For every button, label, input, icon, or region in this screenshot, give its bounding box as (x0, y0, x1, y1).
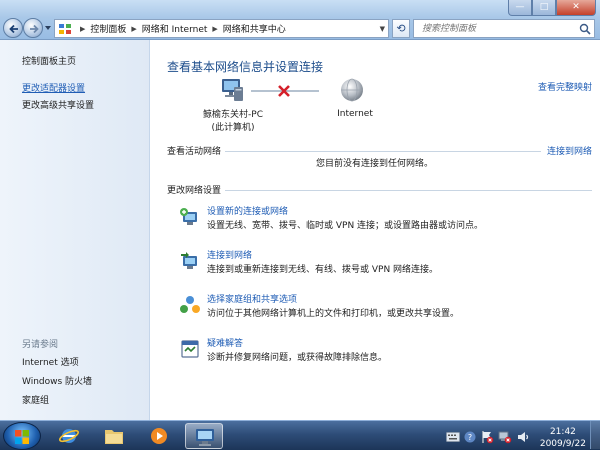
search-box[interactable] (413, 19, 595, 38)
clock-time: 21:42 (549, 427, 576, 437)
task-connect-network: 连接到网络 连接到或重新连接到无线、有线、拨号或 VPN 网络连接。 (179, 248, 599, 282)
troubleshoot-desc: 诊断并修复网络问题，或获得故障排除信息。 (207, 353, 388, 363)
network-map: 鲸榆东关村-PC (此计算机) Internet (191, 73, 431, 137)
divider (225, 190, 592, 191)
internet-explorer-icon (59, 429, 79, 443)
breadcrumb-control-panel[interactable]: 控制面板 (90, 22, 126, 35)
homegroup-sharing-link[interactable]: 选择家庭组和共享选项 (207, 292, 297, 305)
breadcrumb-separator-icon[interactable]: ▶ (212, 25, 217, 33)
connection-broken-line (251, 85, 319, 97)
network-control-panel-icon (196, 429, 214, 446)
computer-label: 鲸榆东关村-PC (此计算机) (191, 109, 275, 135)
computer-name: 鲸榆东关村-PC (203, 110, 263, 120)
task-troubleshoot: 疑难解答 诊断并修复网络问题，或获得故障排除信息。 (179, 336, 599, 370)
view-full-map-link[interactable]: 查看完整映射 (538, 80, 592, 93)
navigation-bar: ▶ 控制面板 ▶ 网络和 Internet ▶ 网络和共享中心 ▼ ⟲ (0, 15, 600, 39)
new-connection-icon (180, 208, 197, 225)
system-tray: ? 21:42 2009/9/22 (440, 423, 600, 449)
keyboard-icon[interactable] (446, 432, 460, 442)
back-button[interactable] (3, 18, 23, 38)
recent-pages-chevron-icon[interactable] (44, 24, 52, 32)
taskbar-explorer[interactable] (95, 423, 133, 449)
sidebar-item-change-adapter-settings[interactable]: 更改适配器设置 (22, 81, 85, 94)
taskbar: ? 21:42 2009/9/22 (0, 420, 600, 450)
task-homegroup-sharing: 选择家庭组和共享选项 访问位于其他网络计算机上的文件和打印机，或更改共享设置。 (179, 292, 599, 326)
breadcrumb-network-internet[interactable]: 网络和 Internet (142, 22, 208, 35)
search-input[interactable] (414, 20, 574, 37)
computer-sublabel: (此计算机) (211, 123, 255, 133)
sidebar-item-windows-firewall[interactable]: Windows 防火墙 (22, 374, 92, 387)
breadcrumb-separator-icon[interactable]: ▶ (80, 25, 85, 33)
minimize-button[interactable]: — (508, 0, 532, 16)
troubleshoot-link[interactable]: 疑难解答 (207, 336, 243, 349)
network-status-icon[interactable] (498, 430, 512, 444)
homegroup-sharing-desc: 访问位于其他网络计算机上的文件和打印机，或更改共享设置。 (207, 309, 460, 319)
see-also-header: 另请参阅 (22, 340, 59, 350)
taskbar-media-player[interactable] (140, 423, 178, 449)
connect-to-network-task-link[interactable]: 连接到网络 (207, 248, 252, 261)
connect-network-icon (181, 252, 197, 269)
setup-new-connection-link[interactable]: 设置新的连接或网络 (207, 204, 288, 217)
sidebar-item-internet-options[interactable]: Internet 选项 (22, 355, 79, 368)
sidebar-item-advanced-sharing-settings[interactable]: 更改高级共享设置 (22, 98, 94, 111)
clock-date: 2009/9/22 (539, 439, 586, 449)
connect-to-network-link[interactable]: 连接到网络 (547, 144, 592, 157)
refresh-button[interactable]: ⟲ (392, 19, 410, 38)
taskbar-clock[interactable]: 21:42 2009/9/22 (540, 426, 586, 450)
homegroup-icon (180, 296, 200, 313)
forward-button[interactable] (23, 18, 43, 38)
start-button[interactable] (3, 422, 41, 450)
show-desktop-button[interactable] (590, 421, 600, 449)
forward-arrow-icon (30, 24, 39, 34)
action-center-flag-icon[interactable] (480, 430, 494, 444)
address-bar[interactable]: ▶ 控制面板 ▶ 网络和 Internet ▶ 网络和共享中心 ▼ (54, 19, 389, 38)
taskbar-internet-explorer[interactable] (50, 423, 88, 449)
caption-buttons: — □ ✕ (508, 0, 596, 16)
main-content: 查看基本网络信息并设置连接 查看完整映射 鲸榆东关村-PC (此计算机) Int… (151, 40, 600, 420)
window-titlebar: — □ ✕ ▶ 控制面板 ▶ 网络和 Internet ▶ 网络和共享中心 ▼ (0, 0, 600, 40)
media-player-icon (151, 428, 167, 444)
folder-icon (105, 430, 123, 444)
sidebar-item-homegroup[interactable]: 家庭组 (22, 393, 49, 406)
internet-label: Internet (337, 109, 373, 119)
maximize-button[interactable]: □ (532, 0, 556, 16)
divider (225, 151, 541, 152)
change-settings-header: 更改网络设置 (167, 186, 222, 196)
troubleshoot-icon (181, 340, 199, 358)
no-connection-text: 您目前没有连接到任何网络。 (316, 159, 434, 169)
active-networks-header: 查看活动网络 (167, 147, 222, 157)
connect-to-network-desc: 连接到或重新连接到无线、有线、拨号或 VPN 网络连接。 (207, 265, 439, 275)
search-icon[interactable] (579, 23, 591, 35)
breadcrumb-separator-icon[interactable]: ▶ (131, 25, 136, 33)
help-tray-icon[interactable]: ? (464, 431, 476, 443)
setup-new-connection-desc: 设置无线、宽带、拨号、临时或 VPN 连接；或设置路由器或访问点。 (207, 221, 484, 231)
close-button[interactable]: ✕ (556, 0, 596, 16)
globe-icon[interactable] (339, 77, 365, 103)
task-new-connection: 设置新的连接或网络 设置无线、宽带、拨号、临时或 VPN 连接；或设置路由器或访… (179, 204, 599, 238)
back-arrow-icon (9, 24, 18, 34)
refresh-icon: ⟲ (396, 22, 406, 35)
breadcrumb-network-sharing-center[interactable]: 网络和共享中心 (223, 22, 286, 35)
svg-text:?: ? (468, 433, 472, 442)
windows-logo-icon (15, 430, 29, 444)
breadcrumb: ▶ 控制面板 ▶ 网络和 Internet ▶ 网络和共享中心 (75, 22, 286, 36)
address-dropdown-icon[interactable]: ▼ (380, 25, 385, 33)
sidebar-item-control-panel-home[interactable]: 控制面板主页 (22, 54, 76, 67)
control-panel-icon (59, 23, 71, 34)
computer-icon[interactable] (219, 77, 245, 103)
left-pane: 控制面板主页 更改适配器设置 更改高级共享设置 另请参阅 Internet 选项… (0, 40, 150, 420)
taskbar-control-panel[interactable] (185, 423, 223, 449)
volume-icon[interactable] (516, 430, 530, 444)
